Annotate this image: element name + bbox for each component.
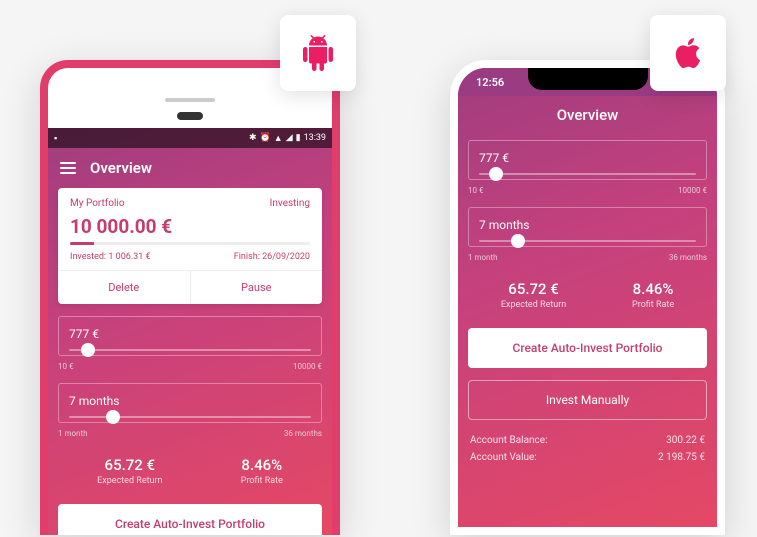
bluetooth-icon: ✱ — [249, 133, 257, 143]
statusbar-time: 12:56 — [476, 76, 504, 89]
months-slider[interactable]: 7 months — [58, 383, 322, 423]
profit-rate-value: 8.46% — [632, 280, 674, 298]
portfolio-card: My Portfolio Investing 10 000.00 € Inves… — [58, 188, 322, 304]
android-statusbar: ▪ ✱ ⏰ ▲ ◢ ▮ 13:39 — [48, 128, 332, 148]
pause-button[interactable]: Pause — [191, 271, 323, 304]
apple-badge — [650, 15, 726, 91]
amount-min: 10 € — [58, 362, 73, 371]
profit-rate-label: Profit Rate — [241, 476, 283, 486]
months-value: 7 months — [69, 394, 311, 408]
android-badge — [280, 15, 356, 91]
amount-max: 10000 € — [678, 186, 707, 195]
create-portfolio-button[interactable]: Create Auto-Invest Portfolio — [58, 504, 322, 535]
menu-icon[interactable] — [60, 162, 76, 174]
expected-return-label: Expected Return — [97, 476, 162, 486]
alarm-icon: ⏰ — [260, 133, 271, 143]
portfolio-name: My Portfolio — [70, 198, 125, 209]
slider-thumb-icon[interactable] — [511, 234, 525, 248]
amount-value: 777 € — [69, 327, 311, 341]
months-max: 36 months — [669, 253, 707, 262]
amount-slider[interactable]: 777 € — [468, 140, 707, 180]
wifi-icon: ▲ — [274, 133, 283, 144]
amount-max: 10000 € — [293, 362, 322, 371]
apple-icon — [670, 35, 706, 71]
appbar: Overview — [48, 148, 332, 188]
android-phone: ▪ ✱ ⏰ ▲ ◢ ▮ 13:39 Overview My Portfolio — [40, 60, 340, 535]
amount-value: 777 € — [479, 151, 696, 165]
iphone: 12:56 ●●● ⌃ Overview 777 € 10 € 10000 € — [450, 60, 725, 535]
account-value-label: Account Value: — [470, 452, 537, 463]
progress-bar — [70, 242, 310, 245]
profit-rate-label: Profit Rate — [632, 300, 674, 310]
invest-manually-button[interactable]: Invest Manually — [468, 380, 707, 420]
account-value-value: 2 198.75 € — [658, 452, 705, 463]
app-indicator-icon: ▪ — [54, 133, 57, 144]
speaker-icon — [165, 98, 215, 102]
portfolio-amount: 10 000.00 € — [70, 215, 310, 238]
page-title: Overview — [458, 96, 717, 140]
expected-return-value: 65.72 € — [501, 280, 566, 298]
profit-rate-value: 8.46% — [241, 456, 283, 474]
expected-return-value: 65.72 € — [97, 456, 162, 474]
months-max: 36 months — [284, 429, 322, 438]
statusbar-time: 13:39 — [304, 133, 326, 143]
notch-icon — [528, 68, 648, 90]
signal-icon: ◢ — [286, 133, 293, 143]
amount-min: 10 € — [468, 186, 483, 195]
months-min: 1 month — [58, 429, 88, 438]
earpiece-icon — [177, 112, 203, 120]
account-balance-label: Account Balance: — [470, 435, 548, 446]
account-balance-value: 300.22 € — [666, 435, 705, 446]
android-icon — [300, 35, 336, 71]
finish-label: Finish: 26/09/2020 — [234, 252, 310, 262]
iphone-screen: 12:56 ●●● ⌃ Overview 777 € 10 € 10000 € — [458, 68, 717, 527]
stats-row: 65.72 € Expected Return 8.46% Profit Rat… — [58, 450, 322, 492]
stats-row: 65.72 € Expected Return 8.46% Profit Rat… — [468, 274, 707, 316]
months-value: 7 months — [479, 218, 696, 232]
invested-label: Invested: 1 006.31 € — [70, 252, 151, 262]
battery-icon: ▮ — [296, 133, 301, 143]
portfolio-status: Investing — [270, 198, 310, 209]
months-min: 1 month — [468, 253, 498, 262]
page-title: Overview — [90, 159, 152, 177]
delete-button[interactable]: Delete — [58, 271, 191, 304]
expected-return-label: Expected Return — [501, 300, 566, 310]
amount-slider[interactable]: 777 € — [58, 316, 322, 356]
create-portfolio-button[interactable]: Create Auto-Invest Portfolio — [468, 328, 707, 368]
slider-thumb-icon[interactable] — [81, 343, 95, 357]
slider-thumb-icon[interactable] — [106, 410, 120, 424]
android-screen: ▪ ✱ ⏰ ▲ ◢ ▮ 13:39 Overview My Portfolio — [48, 128, 332, 535]
slider-thumb-icon[interactable] — [489, 167, 503, 181]
months-slider[interactable]: 7 months — [468, 207, 707, 247]
